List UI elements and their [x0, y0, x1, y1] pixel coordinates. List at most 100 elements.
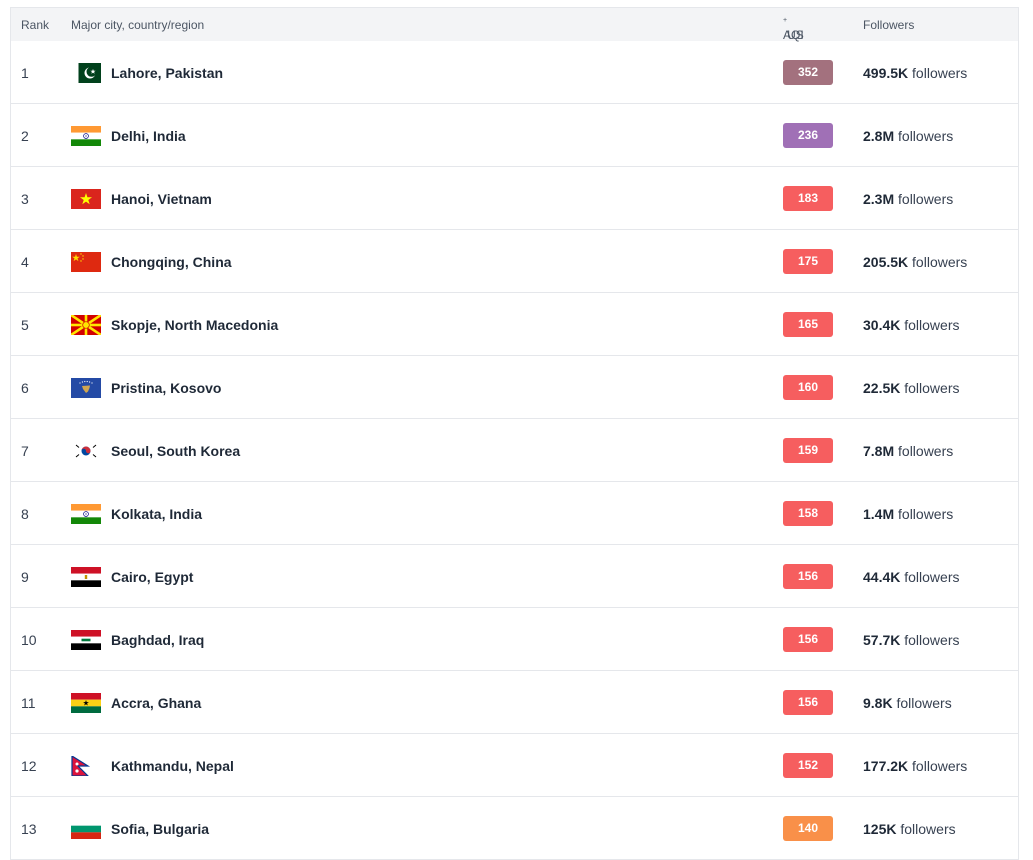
aqi-badge: 175 [783, 249, 833, 274]
followers-suffix: followers [900, 569, 960, 585]
rank-cell: 6 [21, 380, 29, 396]
followers-cell: 30.4K followers [863, 317, 960, 333]
header-city[interactable]: Major city, country/region [71, 18, 204, 32]
table-row[interactable]: 10 Baghdad, Iraq 156 57.7K followers [11, 608, 1018, 671]
ghana-flag-icon [71, 693, 101, 713]
city-link[interactable]: Pristina, Kosovo [111, 380, 221, 396]
city-link[interactable]: Lahore, Pakistan [111, 65, 223, 81]
aqi-badge: 159 [783, 438, 833, 463]
table-header: Rank Major city, country/region AQI + US … [11, 8, 1018, 42]
followers-suffix: followers [900, 380, 960, 396]
followers-count: 2.3M [863, 191, 895, 207]
rank-cell: 10 [21, 632, 37, 648]
followers-suffix: followers [908, 254, 968, 270]
aqi-badge: 236 [783, 123, 833, 148]
south-korea-flag-icon [71, 441, 101, 461]
china-flag-icon [71, 252, 101, 272]
table-row[interactable]: 9 Cairo, Egypt 156 44.4K followers [11, 545, 1018, 608]
city-link[interactable]: Kolkata, India [111, 506, 202, 522]
rank-cell: 1 [21, 65, 29, 81]
city-link[interactable]: Baghdad, Iraq [111, 632, 204, 648]
followers-count: 22.5K [863, 380, 901, 396]
table-row[interactable]: 7 Seoul, South Korea 159 7.8M followers [11, 419, 1018, 482]
city-link[interactable]: Kathmandu, Nepal [111, 758, 234, 774]
header-rank[interactable]: Rank [21, 18, 49, 32]
table-row[interactable]: 3 Hanoi, Vietnam 183 2.3M followers [11, 167, 1018, 230]
city-link[interactable]: Sofia, Bulgaria [111, 821, 209, 837]
iraq-flag-icon [71, 630, 101, 650]
city-link[interactable]: Accra, Ghana [111, 695, 201, 711]
followers-suffix: followers [908, 758, 968, 774]
city-link[interactable]: Hanoi, Vietnam [111, 191, 212, 207]
table-row[interactable]: 12 Kathmandu, Nepal 152 177.2K followers [11, 734, 1018, 797]
followers-cell: 125K followers [863, 821, 956, 837]
india-flag-icon [71, 126, 101, 146]
followers-count: 1.4M [863, 506, 895, 522]
rank-cell: 5 [21, 317, 29, 333]
table-row[interactable]: 2 Delhi, India 236 2.8M followers [11, 104, 1018, 167]
egypt-flag-icon [71, 567, 101, 587]
aqi-badge: 352 [783, 60, 833, 85]
table-row[interactable]: 13 Sofia, Bulgaria 140 125K followers [11, 797, 1018, 860]
rank-cell: 8 [21, 506, 29, 522]
followers-cell: 1.4M followers [863, 506, 953, 522]
followers-count: 57.7K [863, 632, 901, 648]
aqi-badge: 156 [783, 564, 833, 589]
table-row[interactable]: 11 Accra, Ghana 156 9.8K followers [11, 671, 1018, 734]
followers-cell: 44.4K followers [863, 569, 960, 585]
table-row[interactable]: 6 Pristina, Kosovo 160 22.5K followers [11, 356, 1018, 419]
city-link[interactable]: Seoul, South Korea [111, 443, 240, 459]
header-aqi-unit: US [787, 28, 804, 42]
aqi-badge: 156 [783, 690, 833, 715]
north-macedonia-flag-icon [71, 315, 101, 335]
bulgaria-flag-icon [71, 819, 101, 839]
followers-suffix: followers [894, 191, 954, 207]
followers-count: 177.2K [863, 758, 909, 774]
followers-cell: 9.8K followers [863, 695, 952, 711]
table-body: 1 Lahore, Pakistan 352 499.5K followers 2 Del… [11, 41, 1018, 860]
followers-cell: 499.5K followers [863, 65, 967, 81]
followers-count: 499.5K [863, 65, 909, 81]
vietnam-flag-icon [71, 189, 101, 209]
india-flag-icon [71, 504, 101, 524]
aqi-ranking-table: Rank Major city, country/region AQI + US … [10, 7, 1019, 860]
followers-suffix: followers [908, 65, 968, 81]
followers-suffix: followers [900, 317, 960, 333]
followers-count: 44.4K [863, 569, 901, 585]
followers-suffix: followers [896, 821, 956, 837]
followers-cell: 7.8M followers [863, 443, 953, 459]
followers-count: 2.8M [863, 128, 895, 144]
table-row[interactable]: 1 Lahore, Pakistan 352 499.5K followers [11, 41, 1018, 104]
rank-cell: 13 [21, 821, 37, 837]
city-link[interactable]: Chongqing, China [111, 254, 232, 270]
followers-suffix: followers [894, 506, 954, 522]
aqi-badge: 152 [783, 753, 833, 778]
followers-cell: 177.2K followers [863, 758, 967, 774]
header-aqi[interactable]: AQI + US [783, 17, 804, 42]
rank-cell: 4 [21, 254, 29, 270]
followers-suffix: followers [894, 128, 954, 144]
city-link[interactable]: Delhi, India [111, 128, 186, 144]
rank-cell: 9 [21, 569, 29, 585]
followers-cell: 205.5K followers [863, 254, 967, 270]
followers-count: 205.5K [863, 254, 909, 270]
kosovo-flag-icon [71, 378, 101, 398]
table-row[interactable]: 4 Chongqing, China 175 205.5K followers [11, 230, 1018, 293]
pakistan-flag-icon [71, 63, 101, 83]
rank-cell: 2 [21, 128, 29, 144]
aqi-badge: 156 [783, 627, 833, 652]
rank-cell: 7 [21, 443, 29, 459]
followers-suffix: followers [892, 695, 952, 711]
followers-cell: 57.7K followers [863, 632, 960, 648]
rank-cell: 3 [21, 191, 29, 207]
aqi-badge: 160 [783, 375, 833, 400]
followers-suffix: followers [894, 443, 954, 459]
followers-count: 7.8M [863, 443, 895, 459]
table-row[interactable]: 5 Skopje, North Macedonia 165 30.4K followe… [11, 293, 1018, 356]
city-link[interactable]: Skopje, North Macedonia [111, 317, 278, 333]
header-followers[interactable]: Followers [863, 18, 914, 32]
table-row[interactable]: 8 Kolkata, India 158 1.4M followers [11, 482, 1018, 545]
city-link[interactable]: Cairo, Egypt [111, 569, 193, 585]
aqi-badge: 183 [783, 186, 833, 211]
followers-suffix: followers [900, 632, 960, 648]
